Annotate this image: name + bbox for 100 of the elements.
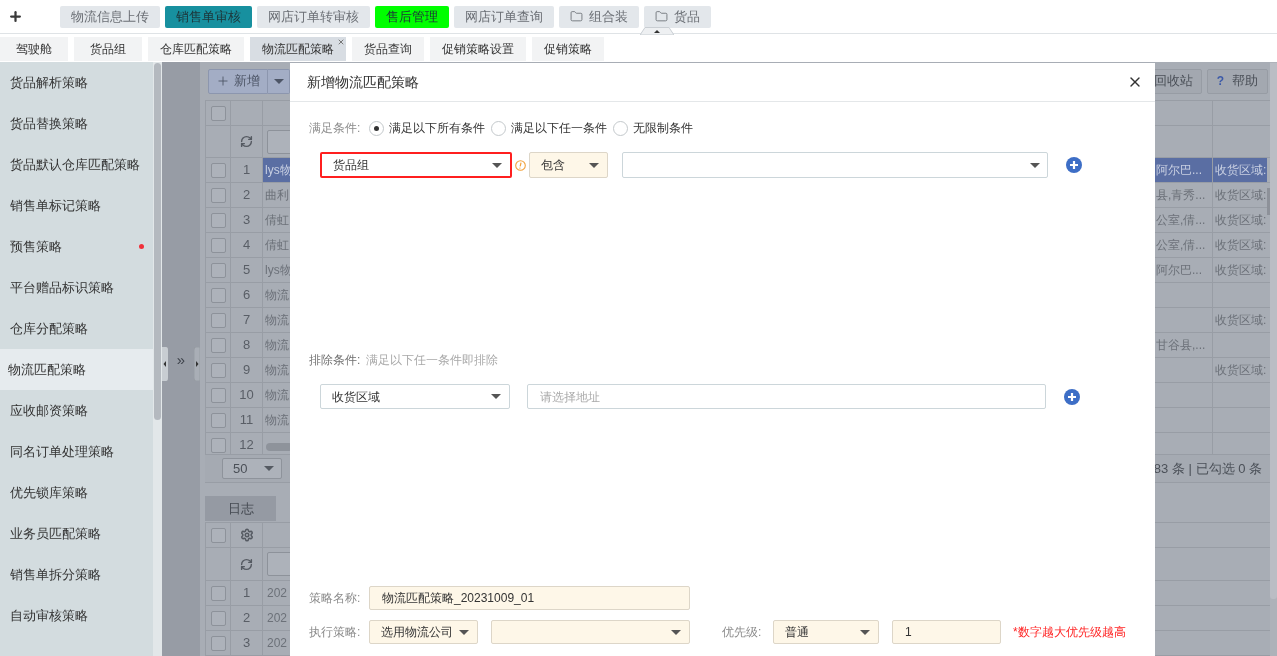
nav-tab[interactable]: 货品 (644, 5, 711, 28)
row-number: 4 (242, 236, 251, 255)
refresh-icon[interactable] (240, 135, 253, 148)
nav-tab[interactable]: 网店订单转审核 (257, 5, 370, 28)
checkbox[interactable] (210, 262, 226, 278)
name-input[interactable]: 物流匹配策略_20231009_01 (369, 586, 690, 610)
sidebar-item[interactable]: 优先锁库策略 (0, 472, 153, 513)
table-cell-text: 物流 (264, 337, 290, 354)
page-tab[interactable]: 仓库匹配策略 (148, 37, 244, 61)
table-cell-text: 物流 (264, 412, 290, 429)
refresh-icon[interactable] (240, 557, 253, 571)
dropdown-button[interactable] (268, 68, 290, 94)
caret-icon (1030, 162, 1040, 168)
row-number: 5 (242, 261, 251, 280)
table-cell-text: 202 (266, 585, 289, 602)
caret-icon (492, 162, 502, 168)
nav-tab[interactable]: 组合装 (559, 5, 639, 28)
table-cell-text: 202 (266, 635, 289, 652)
folder-icon (655, 10, 668, 23)
new-button[interactable]: 新增 (208, 68, 268, 94)
sidebar-item[interactable]: 销售单标记策略 (0, 185, 153, 226)
sidebar-item[interactable]: 销售单拆分策略 (0, 554, 153, 595)
checkbox[interactable] (210, 212, 226, 228)
checkbox[interactable] (210, 287, 226, 303)
priority-input[interactable]: 1 (892, 620, 1001, 644)
table-cell-text: 202 (266, 610, 289, 627)
radio-icon[interactable] (491, 120, 506, 136)
checkbox[interactable] (210, 105, 226, 121)
field-label: 满足条件: (309, 120, 362, 137)
execution-select[interactable]: 选用物流公司 (369, 620, 478, 644)
help-button[interactable]: ? 帮助 (1206, 68, 1268, 94)
sidebar-item[interactable]: 自动审核策略 (0, 595, 153, 636)
table-cell-text: 曲利 (264, 187, 290, 204)
checkbox[interactable] (210, 362, 226, 378)
checkbox[interactable] (210, 387, 226, 403)
expand-button[interactable]: » (176, 351, 186, 367)
checkbox[interactable] (210, 312, 226, 328)
radio-option[interactable]: 无限制条件 (613, 119, 693, 137)
priority-select[interactable]: 普通 (773, 620, 879, 644)
nav-tab[interactable]: 售后管理 (375, 5, 449, 28)
carrier-select[interactable] (491, 620, 690, 644)
sidebar-item[interactable]: 业务员匹配策略 (0, 513, 153, 554)
field-select[interactable]: 货品组 (320, 152, 512, 178)
filter-field[interactable] (267, 130, 293, 154)
sidebar-item[interactable]: 货品默认仓库匹配策略 (0, 144, 153, 185)
row-number: 12 (239, 436, 254, 454)
field-label: 排除条件: (309, 352, 361, 369)
checkbox[interactable] (210, 412, 226, 428)
sidebar-item[interactable]: 应收邮资策略 (0, 390, 153, 431)
radio-icon[interactable] (369, 120, 384, 136)
settings-icon[interactable] (239, 528, 254, 542)
close-icon[interactable] (337, 38, 345, 46)
checkbox[interactable] (210, 237, 226, 253)
value-select[interactable] (622, 152, 1048, 178)
record-summary: 83 条 | 已勾选 0 条 (1153, 459, 1263, 478)
field-label: 执行策略: (309, 624, 362, 641)
caret-icon (671, 629, 681, 635)
sidebar-item[interactable]: 同名订单处理策略 (0, 431, 153, 472)
expand-handle-icon[interactable] (194, 347, 200, 381)
page-tab[interactable]: 物流匹配策略 (250, 37, 346, 61)
nav-tab[interactable]: 物流信息上传 (60, 5, 160, 28)
scrollbar-thumb[interactable] (154, 63, 161, 420)
page-tab[interactable]: 促销策略设置 (430, 37, 526, 61)
field-select[interactable]: 收货区域 (320, 384, 510, 409)
filter-field[interactable] (267, 552, 293, 576)
checkbox[interactable] (210, 610, 226, 626)
checkbox[interactable] (210, 187, 226, 203)
add-icon[interactable] (1066, 157, 1082, 173)
page-tab[interactable]: 驾驶舱 (0, 37, 68, 61)
checkbox[interactable] (210, 337, 226, 353)
nav-tab[interactable]: 网店订单查询 (454, 5, 554, 28)
field-label: 优先级: (722, 624, 763, 641)
row-number: 1 (242, 584, 251, 603)
sidebar-item[interactable]: 货品替换策略 (0, 103, 153, 144)
sidebar-item[interactable]: 预售策略 (0, 226, 153, 267)
operator-select[interactable]: 包含 (529, 152, 608, 178)
address-input[interactable]: 请选择地址 (527, 384, 1046, 409)
radio-option[interactable]: 满足以下任一条件 (491, 119, 607, 137)
checkbox[interactable] (210, 585, 226, 601)
checkbox[interactable] (210, 527, 226, 543)
add-icon[interactable] (8, 9, 23, 24)
page-tab[interactable]: 货品组 (74, 37, 142, 61)
radio-option[interactable]: 满足以下所有条件 (369, 119, 485, 137)
checkbox[interactable] (210, 162, 226, 178)
collapse-tab-icon[interactable] (640, 27, 674, 35)
collapse-handle-icon[interactable] (162, 347, 168, 381)
radio-icon[interactable] (613, 120, 628, 136)
sidebar-item[interactable]: 平台赠品标识策略 (0, 267, 153, 308)
add-icon[interactable] (1064, 388, 1080, 405)
checkbox[interactable] (210, 635, 226, 651)
row-number: 1 (242, 161, 251, 180)
page-tab[interactable]: 货品查询 (352, 37, 424, 61)
sidebar-item[interactable]: 货品解析策略 (0, 62, 153, 103)
table-cell-text: 甘谷县,... (1155, 337, 1207, 354)
sidebar-item[interactable]: 物流匹配策略 (0, 349, 153, 390)
page-tab[interactable]: 促销策略 (532, 37, 604, 61)
page-size-select[interactable]: 50 (222, 458, 282, 479)
sidebar-item[interactable]: 仓库分配策略 (0, 308, 153, 349)
table-cell-text: 物流 (264, 287, 290, 304)
checkbox[interactable] (210, 437, 226, 453)
